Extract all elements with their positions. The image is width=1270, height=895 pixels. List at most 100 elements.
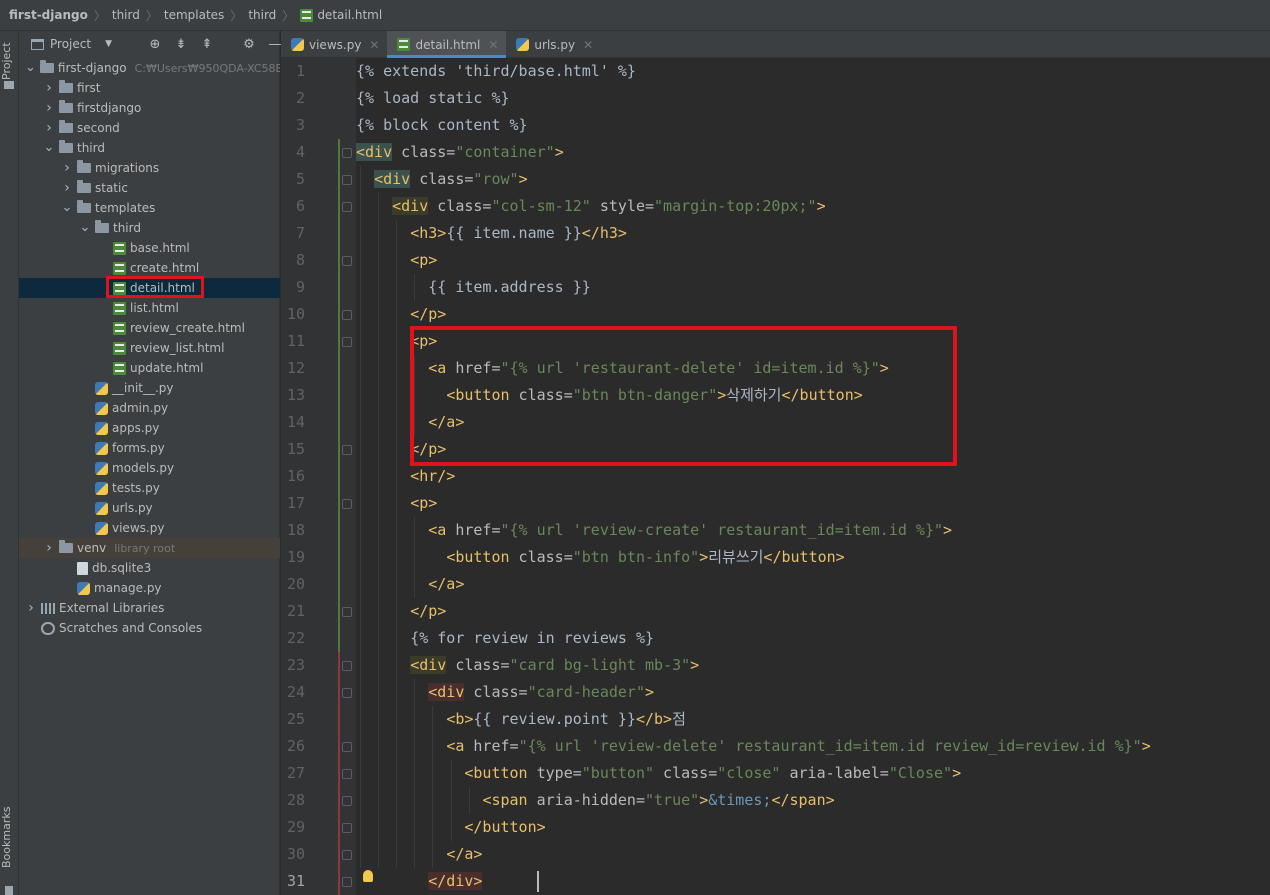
tree-item[interactable]: urls.py <box>19 498 280 518</box>
fold-marker-icon[interactable] <box>342 769 352 779</box>
tree-item[interactable]: › firstdjango <box>19 98 280 118</box>
code-highlight-box <box>410 326 957 466</box>
project-tool-button[interactable]: Project <box>0 39 19 83</box>
bookmark-icon[interactable] <box>5 886 13 895</box>
tree-item[interactable]: views.py <box>19 518 280 538</box>
project-folder-icon[interactable] <box>4 81 14 89</box>
database-icon <box>77 561 88 575</box>
tree-item[interactable]: db.sqlite3 <box>19 558 280 578</box>
gear-icon[interactable]: ⚙ <box>241 37 257 52</box>
tree-item[interactable]: ⌄ third <box>19 218 280 238</box>
tree-item-label: firstdjango <box>77 101 142 115</box>
chevron-right-icon[interactable]: › <box>43 100 55 116</box>
breadcrumb-item[interactable]: templates <box>164 8 224 22</box>
change-marker <box>338 139 340 652</box>
tree-item[interactable]: › venv library root <box>19 538 280 558</box>
tab-views-py[interactable]: views.py ✕ <box>281 31 387 58</box>
chevron-down-icon[interactable]: ⌄ <box>25 61 36 74</box>
tree-item[interactable]: list.html <box>19 298 280 318</box>
tree-item[interactable]: admin.py <box>19 398 280 418</box>
chevron-right-icon[interactable]: › <box>61 180 73 196</box>
tree-item[interactable]: ⌄ first-django C:₩Users₩950QDA-XC58B <box>19 58 280 78</box>
fold-marker-icon[interactable] <box>342 877 352 887</box>
fold-marker-icon[interactable] <box>342 202 352 212</box>
tree-item-label: forms.py <box>112 441 165 455</box>
chevron-down-icon[interactable]: ⌄ <box>79 221 91 234</box>
fold-marker-icon[interactable] <box>342 796 352 806</box>
code-token: <div <box>392 197 429 215</box>
tree-item[interactable]: base.html <box>19 238 280 258</box>
tree-item[interactable]: forms.py <box>19 438 280 458</box>
close-icon[interactable]: ✕ <box>488 38 498 52</box>
chevron-right-icon[interactable]: › <box>43 120 55 136</box>
locate-icon[interactable]: ⊕ <box>147 37 163 52</box>
tree-item[interactable]: tests.py <box>19 478 280 498</box>
line-number: 10 <box>286 305 305 323</box>
code-token: "Close" <box>888 764 953 782</box>
fold-marker-icon[interactable] <box>342 850 352 860</box>
breadcrumb-item[interactable]: detail.html <box>317 8 382 22</box>
tree-item[interactable]: apps.py <box>19 418 280 438</box>
code-line: </p> <box>356 598 446 625</box>
tree-item[interactable]: › migrations <box>19 158 280 178</box>
expand-all-icon[interactable]: ⇟ <box>173 37 189 52</box>
line-number: 27 <box>286 764 305 782</box>
fold-marker-icon[interactable] <box>342 148 352 158</box>
code-line: </div> <box>356 868 483 895</box>
tree-item[interactable]: Scratches and Consoles <box>19 618 280 638</box>
tree-item[interactable]: › static <box>19 178 280 198</box>
fold-marker-icon[interactable] <box>342 661 352 671</box>
tree-item[interactable]: __init__.py <box>19 378 280 398</box>
breadcrumb-item[interactable]: third <box>112 8 140 22</box>
intention-bulb-icon[interactable] <box>363 870 373 882</box>
python-file-icon <box>95 501 108 515</box>
line-number: 14 <box>286 413 305 431</box>
python-file-icon <box>95 481 108 495</box>
code-token: class= <box>410 170 474 188</box>
tree-item-label: __init__.py <box>112 381 174 395</box>
tree-item[interactable]: models.py <box>19 458 280 478</box>
fold-marker-icon[interactable] <box>342 337 352 347</box>
tree-item[interactable]: update.html <box>19 358 280 378</box>
code-area[interactable]: {% extends 'third/base.html' %} {% load s… <box>356 58 1270 895</box>
tree-item[interactable]: review_list.html <box>19 338 280 358</box>
chevron-down-icon[interactable]: ▼ <box>105 39 112 49</box>
tab-urls-py[interactable]: urls.py ✕ <box>506 31 601 58</box>
fold-marker-icon[interactable] <box>342 499 352 509</box>
fold-marker-icon[interactable] <box>342 445 352 455</box>
fold-marker-icon[interactable] <box>342 256 352 266</box>
project-view-selector[interactable]: Project <box>50 37 91 51</box>
chevron-down-icon[interactable]: ⌄ <box>43 141 55 154</box>
chevron-down-icon[interactable]: ⌄ <box>61 201 73 214</box>
collapse-all-icon[interactable]: ⇞ <box>199 37 215 52</box>
tree-item[interactable]: › second <box>19 118 280 138</box>
tree-item[interactable]: › first <box>19 78 280 98</box>
tab-detail-html[interactable]: detail.html ✕ <box>387 31 507 58</box>
bookmarks-tool-button[interactable]: Bookmarks <box>0 791 19 883</box>
chevron-right-icon[interactable]: › <box>43 540 55 556</box>
tree-item[interactable]: › External Libraries <box>19 598 280 618</box>
tree-item[interactable]: review_create.html <box>19 318 280 338</box>
tree-item[interactable]: manage.py <box>19 578 280 598</box>
tree-item-label: manage.py <box>94 581 162 595</box>
code-editor[interactable]: 1 2 3 4 5 6 7 8 9 10 11 12 13 14 15 16 17 18 19 20 21 22 23 24 2… <box>281 58 1270 895</box>
close-icon[interactable]: ✕ <box>369 38 379 52</box>
chevron-right-icon[interactable]: › <box>43 80 55 96</box>
tree-item[interactable]: create.html <box>19 258 280 278</box>
chevron-right-icon[interactable]: › <box>25 600 37 616</box>
fold-marker-icon[interactable] <box>342 742 352 752</box>
fold-marker-icon[interactable] <box>342 607 352 617</box>
tree-item[interactable]: ⌄ templates <box>19 198 280 218</box>
breadcrumb-item[interactable]: first-django <box>9 8 88 22</box>
folder-icon <box>59 100 73 113</box>
fold-marker-icon[interactable] <box>342 688 352 698</box>
close-icon[interactable]: ✕ <box>583 38 593 52</box>
code-token: > <box>816 197 826 215</box>
chevron-right-icon[interactable]: › <box>61 160 73 176</box>
tree-item[interactable]: ⌄ third <box>19 138 280 158</box>
fold-marker-icon[interactable] <box>342 175 352 185</box>
breadcrumb-item[interactable]: third <box>248 8 276 22</box>
fold-marker-icon[interactable] <box>342 823 352 833</box>
fold-marker-icon[interactable] <box>342 310 352 320</box>
tree-item-note: C:₩Users₩950QDA-XC58B <box>134 61 280 75</box>
